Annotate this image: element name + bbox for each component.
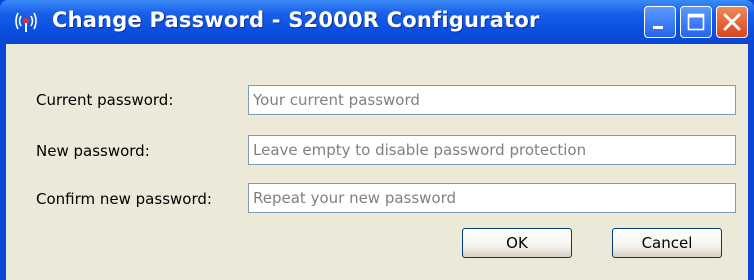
window-title: Change Password - S2000R Configurator (52, 8, 540, 32)
confirm-password-label: Confirm new password: (36, 190, 212, 208)
dialog-window: Change Password - S2000R Configurator Cu… (0, 0, 754, 280)
minimize-button[interactable] (644, 6, 676, 38)
maximize-button[interactable] (680, 6, 712, 38)
close-button[interactable] (716, 6, 748, 38)
ok-button[interactable]: OK (462, 228, 572, 258)
new-password-field[interactable] (248, 135, 736, 165)
current-password-label: Current password: (36, 91, 174, 109)
radio-antenna-icon (14, 11, 38, 33)
new-password-label: New password: (36, 142, 150, 160)
title-bar[interactable]: Change Password - S2000R Configurator (0, 0, 754, 44)
dialog-body: Current password: New password: Confirm … (6, 44, 748, 280)
confirm-password-field[interactable] (248, 183, 736, 213)
cancel-button[interactable]: Cancel (612, 228, 722, 258)
current-password-field[interactable] (248, 85, 736, 115)
